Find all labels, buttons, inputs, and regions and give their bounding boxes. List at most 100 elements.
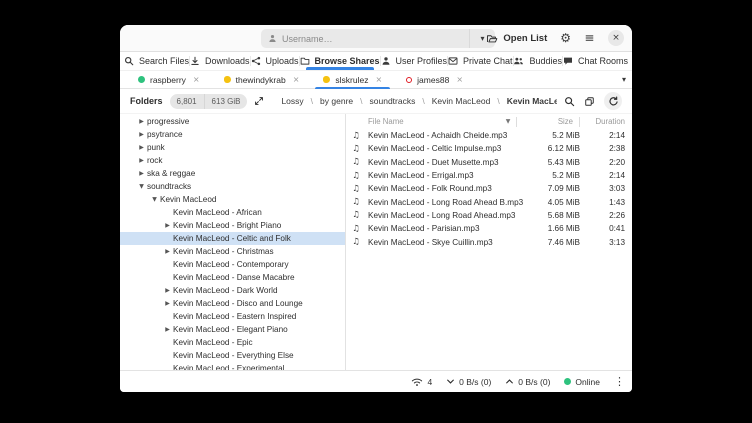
tab-buddies[interactable]: Buddies — [513, 52, 562, 70]
tree-item-kevin-macleod-bright-piano[interactable]: ▶Kevin MacLeod - Bright Piano — [120, 219, 345, 232]
table-row[interactable]: ♫Kevin MacLeod - Errigal.mp35.2 MiB2:14 — [346, 169, 632, 182]
close-icon[interactable]: × — [456, 76, 463, 84]
table-row[interactable]: ♫Kevin MacLeod - Parisian.mp31.66 MiB0:4… — [346, 222, 632, 235]
online-status[interactable]: Online — [564, 377, 600, 387]
upload-arrow-icon — [505, 377, 514, 386]
triangle-right-icon[interactable]: ▶ — [136, 170, 147, 177]
tree-item-kevin-macleod-elegant-piano[interactable]: ▶Kevin MacLeod - Elegant Piano — [120, 323, 345, 336]
toolbar-actions — [564, 92, 622, 110]
tree-item-kevin-macleod-experimental[interactable]: Kevin MacLeod - Experimental — [120, 362, 345, 370]
menu-button[interactable] — [584, 33, 595, 43]
download-rate-value: 0 B/s (0) — [459, 377, 491, 387]
browse-content: ▶progressive▶psytrance▶punk▶rock▶ska & r… — [120, 113, 632, 370]
user-tabs-overflow-button[interactable]: ▾ — [622, 71, 626, 88]
tree-item-punk[interactable]: ▶punk — [120, 141, 345, 154]
download-rate[interactable]: 0 B/s (0) — [446, 377, 491, 387]
music-note-icon: ♫ — [346, 171, 366, 181]
table-row[interactable]: ♫Kevin MacLeod - Folk Round.mp37.09 MiB3… — [346, 182, 632, 195]
tab-search-files[interactable]: Search Files — [124, 52, 189, 70]
user-tab-james88[interactable]: james88× — [394, 71, 475, 88]
music-note-icon: ♫ — [346, 210, 366, 220]
tree-item-kevin-macleod-everything-else[interactable]: Kevin MacLeod - Everything Else — [120, 349, 345, 362]
triangle-right-icon[interactable]: ▶ — [162, 287, 173, 294]
triangle-right-icon[interactable]: ▶ — [162, 326, 173, 333]
breadcrumb-item-lossy[interactable]: Lossy — [281, 96, 303, 106]
tab-user-profiles[interactable]: User Profiles — [381, 52, 448, 70]
main-tab-bar: Search FilesDownloadsUploadsBrowse Share… — [120, 52, 632, 71]
people-icon — [513, 56, 524, 66]
tree-item-psytrance[interactable]: ▶psytrance — [120, 128, 345, 141]
close-icon[interactable]: × — [375, 76, 382, 84]
tree-item-kevin-macleod-disco-and-lounge[interactable]: ▶Kevin MacLeod - Disco and Lounge — [120, 297, 345, 310]
tree-item-kevin-macleod[interactable]: ▼Kevin MacLeod — [120, 193, 345, 206]
duration-column-header[interactable]: Duration — [580, 117, 632, 126]
tree-item-kevin-macleod-christmas[interactable]: ▶Kevin MacLeod - Christmas — [120, 245, 345, 258]
open-list-button[interactable]: Open List — [486, 33, 547, 44]
user-tab-raspberry[interactable]: raspberry× — [126, 71, 212, 88]
tab-private-chat[interactable]: Private Chat — [448, 52, 513, 70]
triangle-right-icon[interactable]: ▶ — [136, 157, 147, 164]
connection-status[interactable]: 4 — [411, 377, 432, 387]
tree-item-kevin-macleod-contemporary[interactable]: Kevin MacLeod - Contemporary — [120, 258, 345, 271]
table-row[interactable]: ♫Kevin MacLeod - Skye Cuillin.mp37.46 Mi… — [346, 235, 632, 248]
breadcrumb-item-kevin-macleod-celtic-and-folk[interactable]: Kevin MacLeod - Celtic and Folk ▼ — [507, 96, 557, 106]
breadcrumb-item-by-genre[interactable]: by genre — [320, 96, 353, 106]
search-share-button[interactable] — [564, 96, 575, 107]
triangle-right-icon[interactable]: ▶ — [162, 248, 173, 255]
tab-browse-shares[interactable]: Browse Shares — [300, 52, 380, 70]
tree-item-kevin-macleod-eastern-inspired[interactable]: Kevin MacLeod - Eastern Inspired — [120, 310, 345, 323]
tree-item-kevin-macleod-danse-macabre[interactable]: Kevin MacLeod - Danse Macabre — [120, 271, 345, 284]
breadcrumb-item-soundtracks[interactable]: soundtracks — [370, 96, 416, 106]
triangle-down-icon[interactable]: ▼ — [149, 196, 160, 203]
tree-item-kevin-macleod-dark-world[interactable]: ▶Kevin MacLeod - Dark World — [120, 284, 345, 297]
close-icon[interactable]: × — [193, 76, 200, 84]
table-row[interactable]: ♫Kevin MacLeod - Duet Musette.mp35.43 Mi… — [346, 156, 632, 169]
file-size-cell: 6.12 MiB — [524, 144, 580, 153]
user-tab-slskrulez[interactable]: slskrulez× — [311, 71, 394, 88]
tab-uploads[interactable]: Uploads — [251, 52, 299, 70]
table-row[interactable]: ♫Kevin MacLeod - Long Road Ahead B.mp34.… — [346, 195, 632, 208]
size-column-header[interactable]: Size — [517, 117, 573, 126]
close-icon[interactable]: × — [293, 76, 300, 84]
user-tab-label: thewindykrab — [236, 75, 286, 85]
triangle-right-icon[interactable]: ▶ — [162, 222, 173, 229]
tree-item-ska-reggae[interactable]: ▶ska & reggae — [120, 167, 345, 180]
table-row[interactable]: ♫Kevin MacLeod - Achaidh Cheide.mp35.2 M… — [346, 129, 632, 142]
tree-item-kevin-macleod-african[interactable]: Kevin MacLeod - African — [120, 206, 345, 219]
save-list-button[interactable] — [584, 96, 595, 107]
expand-all-button[interactable] — [254, 96, 264, 106]
triangle-right-icon[interactable]: ▶ — [136, 118, 147, 125]
breadcrumb-separator: \ — [311, 96, 313, 106]
refresh-button[interactable] — [604, 92, 622, 110]
tree-item-label: Kevin MacLeod - Epic — [173, 338, 253, 347]
file-name-cell: Kevin MacLeod - Errigal.mp3 — [366, 171, 524, 180]
username-input[interactable]: Username… — [261, 29, 469, 48]
folder-tree: ▶progressive▶psytrance▶punk▶rock▶ska & r… — [120, 114, 345, 370]
file-duration-cell: 3:13 — [580, 238, 632, 247]
file-name-cell: Kevin MacLeod - Long Road Ahead.mp3 — [366, 211, 524, 220]
triangle-right-icon[interactable]: ▶ — [136, 144, 147, 151]
table-row[interactable]: ♫Kevin MacLeod - Celtic Impulse.mp36.12 … — [346, 142, 632, 155]
window-close-button[interactable]: × — [608, 30, 624, 46]
upload-rate[interactable]: 0 B/s (0) — [505, 377, 550, 387]
close-icon: × — [612, 34, 620, 43]
user-tab-thewindykrab[interactable]: thewindykrab × — [212, 71, 312, 88]
triangle-right-icon[interactable]: ▶ — [136, 131, 147, 138]
tree-item-kevin-macleod-epic[interactable]: Kevin MacLeod - Epic — [120, 336, 345, 349]
music-note-icon: ♫ — [346, 157, 366, 167]
tab-chat-rooms[interactable]: Chat Rooms — [563, 52, 628, 70]
triangle-down-icon[interactable]: ▼ — [136, 183, 147, 190]
download-arrow-icon — [446, 377, 455, 386]
file-name-column-header[interactable]: File Name — [366, 117, 500, 126]
tree-item-kevin-macleod-celtic-and-folk[interactable]: Kevin MacLeod - Celtic and Folk — [120, 232, 345, 245]
preferences-button[interactable]: ⚙ — [560, 32, 571, 44]
tab-downloads[interactable]: Downloads — [190, 52, 250, 70]
triangle-right-icon[interactable]: ▶ — [162, 300, 173, 307]
tree-item-rock[interactable]: ▶rock — [120, 154, 345, 167]
table-row[interactable]: ♫Kevin MacLeod - Long Road Ahead.mp35.68… — [346, 209, 632, 222]
tree-item-progressive[interactable]: ▶progressive — [120, 115, 345, 128]
kebab-menu-icon[interactable]: ⋮ — [614, 375, 625, 388]
tree-item-soundtracks[interactable]: ▼soundtracks — [120, 180, 345, 193]
dropdown-icon: ▾ — [480, 35, 484, 43]
breadcrumb-item-kevin-macleod[interactable]: Kevin MacLeod — [432, 96, 491, 106]
